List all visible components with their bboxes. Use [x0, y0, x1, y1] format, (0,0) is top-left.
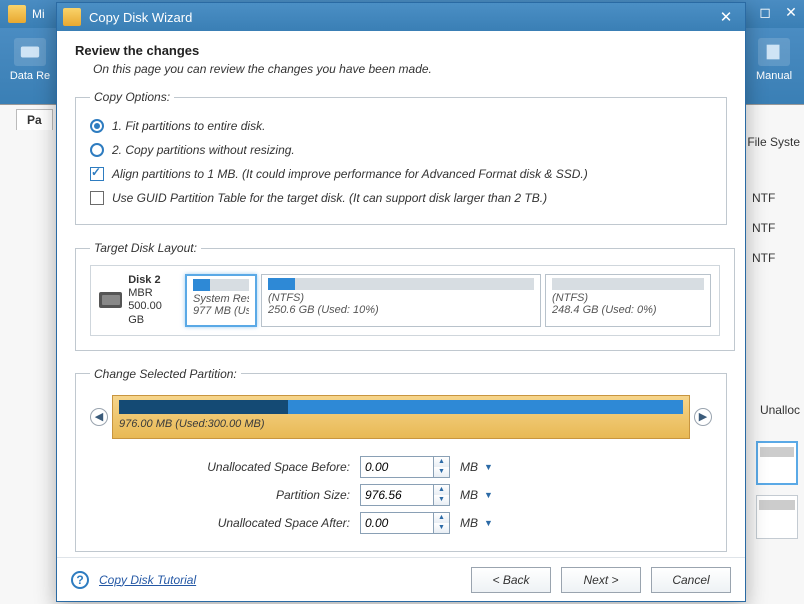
parent-maximize-button[interactable]: ◻ [752, 0, 778, 24]
copy-options-legend: Copy Options: [90, 90, 174, 104]
back-button[interactable]: < Back [471, 567, 551, 593]
size-row: Unallocated Space After: ▲▼ MB ▼ [90, 509, 712, 537]
disk-name: Disk 2 [128, 274, 160, 286]
slider-label: 976.00 MB (Used:300.00 MB) [119, 418, 265, 430]
size-input[interactable] [360, 512, 434, 534]
parent-close-button[interactable]: ✕ [778, 0, 804, 24]
book-icon [758, 38, 790, 66]
unit-label: MB [460, 516, 478, 530]
parent-tab[interactable]: Pa [16, 109, 53, 130]
spinner[interactable]: ▲▼ [434, 456, 450, 478]
disk-icon [14, 38, 46, 66]
unit-dropdown[interactable]: ▼ [484, 460, 498, 474]
checkbox-icon [90, 191, 104, 205]
filesystem-column: NTF NTF NTF [752, 183, 798, 273]
ribbon-item-data-recovery[interactable]: Data Re [6, 38, 54, 82]
change-partition-legend: Change Selected Partition: [90, 367, 241, 381]
change-partition-group: Change Selected Partition: ◀ 976.00 MB (… [75, 367, 727, 552]
layout-box: Disk 2 MBR 500.00 GB System Reser977 MB … [90, 265, 720, 336]
size-row: Unallocated Space Before: ▲▼ MB ▼ [90, 453, 712, 481]
option-use-gpt[interactable]: Use GUID Partition Table for the target … [90, 186, 712, 210]
size-label: Partition Size: [90, 488, 360, 502]
target-disk-layout-group: Target Disk Layout: Disk 2 MBR 500.00 GB… [75, 241, 735, 351]
fs-cell: NTF [752, 183, 798, 213]
wizard-title-bar: Copy Disk Wizard ✕ [57, 3, 745, 31]
partition-block[interactable]: (NTFS)250.6 GB (Used: 10%) [261, 274, 541, 327]
radio-icon [90, 119, 104, 133]
radio-icon [90, 143, 104, 157]
help-icon[interactable]: ? [71, 571, 89, 589]
disk-type: MBR [128, 287, 152, 299]
ribbon-item-manual[interactable]: Manual [750, 38, 798, 82]
partition-slider: ◀ 976.00 MB (Used:300.00 MB) ▶ [90, 395, 712, 439]
wizard-footer: ? Copy Disk Tutorial < Back Next > Cance… [57, 557, 745, 601]
slider-right-button[interactable]: ▶ [694, 408, 712, 426]
unit-label: MB [460, 460, 478, 474]
partition-form: Unallocated Space Before:▲▼MB▼Partition … [90, 453, 712, 537]
app-icon [8, 5, 26, 23]
unit-label: MB [460, 488, 478, 502]
size-label: Unallocated Space After: [90, 516, 360, 530]
unit-dropdown[interactable]: ▼ [484, 488, 498, 502]
unit-dropdown[interactable]: ▼ [484, 516, 498, 530]
unalloc-label: Unalloc [760, 403, 800, 417]
size-input[interactable] [360, 456, 434, 478]
parent-title-text: Mi [32, 7, 45, 21]
wizard-title-text: Copy Disk Wizard [89, 10, 192, 25]
option-align-1mb[interactable]: Align partitions to 1 MB. (It could impr… [90, 162, 712, 186]
target-layout-legend: Target Disk Layout: [90, 241, 201, 255]
size-label: Unallocated Space Before: [90, 460, 360, 474]
wizard-icon [63, 8, 81, 26]
partition-block[interactable]: System Reser977 MB (Used [185, 274, 257, 327]
col-header: File Syste [747, 135, 800, 149]
size-input[interactable] [360, 484, 434, 506]
cancel-button[interactable]: Cancel [651, 567, 731, 593]
next-button[interactable]: Next > [561, 567, 641, 593]
option-copy-without-resize[interactable]: 2. Copy partitions without resizing. [90, 138, 712, 162]
page-subheading: On this page you can review the changes … [93, 62, 727, 76]
fs-cell: NTF [752, 213, 798, 243]
copy-options-group: Copy Options: 1. Fit partitions to entir… [75, 90, 727, 225]
spinner[interactable]: ▲▼ [434, 512, 450, 534]
slider-bar[interactable]: 976.00 MB (Used:300.00 MB) [112, 395, 690, 439]
slider-left-button[interactable]: ◀ [90, 408, 108, 426]
page-heading: Review the changes [75, 43, 727, 58]
wizard-close-button[interactable]: ✕ [713, 8, 739, 26]
layout-thumb-selected[interactable] [756, 441, 798, 485]
spinner[interactable]: ▲▼ [434, 484, 450, 506]
copy-disk-wizard-dialog: Copy Disk Wizard ✕ Review the changes On… [56, 2, 746, 602]
checkbox-icon [90, 167, 104, 181]
fs-cell: NTF [752, 243, 798, 273]
layout-thumb[interactable] [756, 495, 798, 539]
disk-size: 500.00 GB [128, 300, 162, 325]
hdd-icon [99, 292, 122, 308]
option-fit-partitions[interactable]: 1. Fit partitions to entire disk. [90, 114, 712, 138]
disk-info: Disk 2 MBR 500.00 GB [99, 274, 179, 327]
partition-block[interactable]: (NTFS)248.4 GB (Used: 0%) [545, 274, 711, 327]
partitions-row: System Reser977 MB (Used(NTFS)250.6 GB (… [185, 274, 711, 327]
size-row: Partition Size: ▲▼ MB ▼ [90, 481, 712, 509]
wizard-body: Review the changes On this page you can … [57, 31, 745, 557]
tutorial-link[interactable]: Copy Disk Tutorial [99, 573, 196, 587]
